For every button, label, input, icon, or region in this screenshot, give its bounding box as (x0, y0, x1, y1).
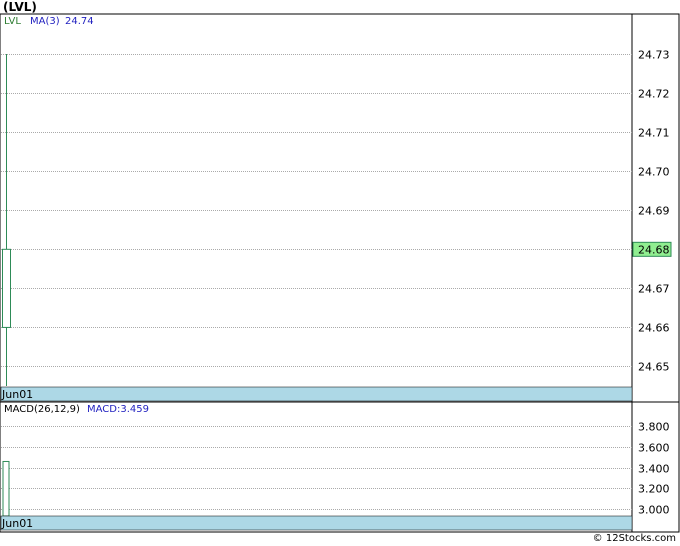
price-y-tick-label: 24.71 (638, 127, 670, 140)
price-y-tick-label: 24.72 (638, 88, 670, 101)
macd-y-tick-label: 3.600 (638, 442, 670, 455)
price-panel-frame (0, 13, 680, 403)
macd-legend-label: MACD(26,12,9) (4, 404, 80, 415)
price-date-band (0, 386, 633, 402)
price-x-tick-label: Jun01 (1, 388, 33, 401)
macd-y-tick-label: 3.400 (638, 463, 670, 476)
legend-ma-label: MA(3) (30, 16, 60, 27)
macd-panel-frame (0, 401, 680, 533)
price-y-tick-label: 24.65 (638, 361, 670, 374)
candle-body (2, 248, 11, 328)
last-price-label: 24.68 (638, 243, 670, 256)
legend-ma-value: 24.74 (65, 16, 94, 27)
stock-chart: 24.65 24.66 24.67 24.68 24.69 24.70 24.71 24.72… (0, 13, 680, 533)
price-y-tick-label: 24.73 (638, 49, 670, 62)
macd-date-band (0, 515, 633, 531)
price-y-tick-label: 24.69 (638, 205, 670, 218)
macd-legend-value: MACD:3.459 (87, 404, 149, 415)
macd-bar (2, 460, 10, 517)
macd-y-tick-label: 3.000 (638, 504, 670, 517)
price-y-tick-label: 24.66 (638, 322, 670, 335)
macd-x-tick-label: Jun01 (1, 517, 33, 530)
price-y-tick-label: 24.70 (638, 166, 670, 179)
macd-y-tick-label: 3.200 (638, 483, 670, 496)
legend-ticker: LVL (4, 16, 21, 27)
macd-y-tick-label: 3.800 (638, 421, 670, 434)
price-y-tick-label: 24.67 (638, 283, 670, 296)
credit-text: © 12Stocks.com (592, 533, 676, 544)
